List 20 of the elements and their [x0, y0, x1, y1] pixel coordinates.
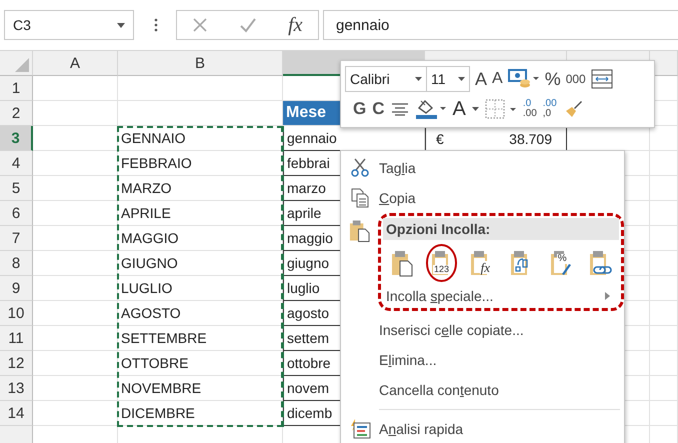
table-cell: DICEMBRE: [118, 401, 283, 426]
table-cell: LUGLIO: [118, 276, 283, 301]
table-cell: APRILE: [118, 201, 283, 226]
select-value: 11: [431, 71, 446, 87]
table-cell: NOVEMBRE: [118, 376, 283, 401]
table-cell: OTTOBRE: [118, 351, 283, 376]
option-glyph: fx: [480, 261, 492, 274]
currency-symbol: €: [436, 131, 444, 147]
table-cell: MARZO: [118, 176, 283, 201]
section-title: Opzioni Incolla:: [383, 218, 619, 240]
table-cell: GENNAIO: [118, 126, 283, 151]
table-cell: MAGGIO: [118, 226, 283, 251]
table-cell: GIUGNO: [118, 251, 283, 276]
cell-text: 38.709: [509, 131, 552, 147]
option-glyph: %: [556, 254, 568, 264]
table-cell: AGOSTO: [118, 301, 283, 326]
option-glyph: 123: [432, 265, 450, 274]
select-value: Calibri: [350, 71, 390, 87]
table-cell: SETTEMBRE: [118, 326, 283, 351]
table-cell: FEBBRAIO: [118, 151, 283, 176]
